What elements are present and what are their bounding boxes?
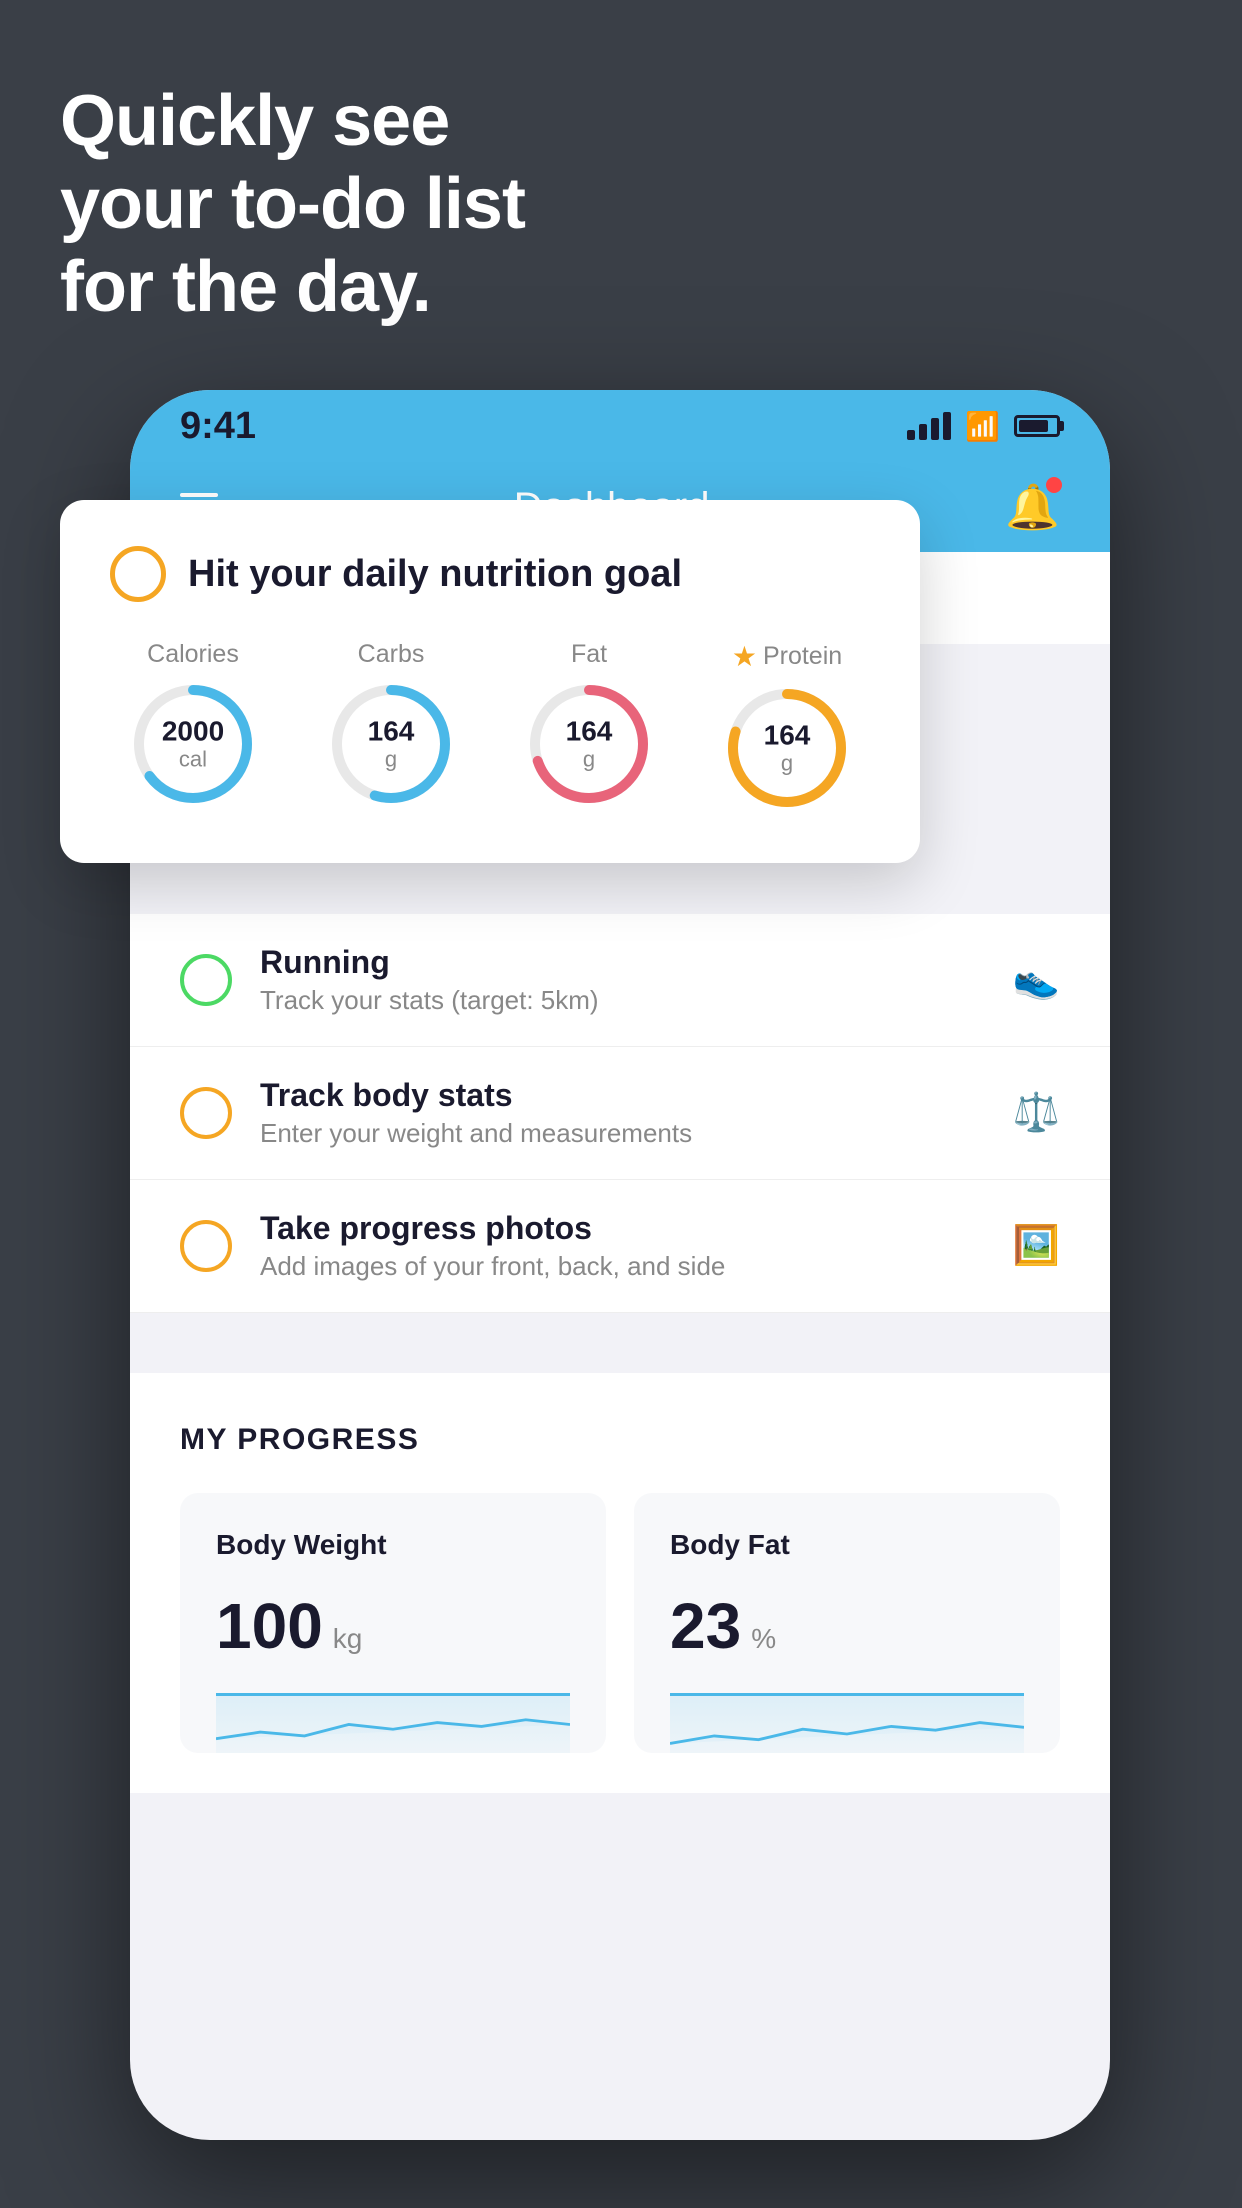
fat-ring: 164 g	[524, 679, 654, 809]
todo-list: Running Track your stats (target: 5km) 👟…	[130, 914, 1110, 1313]
macro-protein: ★ Protein 164 g	[722, 640, 852, 813]
weight-chart	[216, 1693, 570, 1753]
notification-bell[interactable]: 🔔	[1005, 481, 1060, 533]
weight-value-row: 100 kg	[216, 1589, 570, 1663]
calories-ring: 2000 cal	[128, 679, 258, 809]
signal-icon	[907, 412, 951, 440]
nutrition-check-circle	[110, 546, 166, 602]
todo-item-running[interactable]: Running Track your stats (target: 5km) 👟	[130, 914, 1110, 1047]
todo-text-photos: Take progress photos Add images of your …	[260, 1210, 985, 1282]
nutrition-card: Hit your daily nutrition goal Calories 2…	[60, 500, 920, 863]
progress-card-bodyfat[interactable]: Body Fat 23 %	[634, 1493, 1060, 1753]
bodyfat-chart	[670, 1693, 1024, 1753]
scale-icon: ⚖️	[1013, 1091, 1060, 1135]
progress-title: MY PROGRESS	[180, 1423, 1060, 1457]
todo-circle-body-stats	[180, 1087, 232, 1139]
carbs-ring: 164 g	[326, 679, 456, 809]
todo-circle-running	[180, 954, 232, 1006]
macro-fat: Fat 164 g	[524, 640, 654, 813]
status-time: 9:41	[180, 405, 256, 448]
macros-row: Calories 2000 cal Carbs	[110, 640, 870, 813]
nutrition-card-header: Hit your daily nutrition goal	[110, 546, 870, 602]
macro-calories: Calories 2000 cal	[128, 640, 258, 813]
protein-ring: 164 g	[722, 683, 852, 813]
status-icons: 📶	[907, 410, 1060, 443]
progress-card-weight[interactable]: Body Weight 100 kg	[180, 1493, 606, 1753]
photo-icon: 🖼️	[1013, 1224, 1060, 1268]
todo-text-body-stats: Track body stats Enter your weight and m…	[260, 1077, 985, 1149]
wifi-icon: 📶	[965, 410, 1000, 443]
running-icon: 👟	[1013, 958, 1060, 1002]
hero-text: Quickly see your to-do list for the day.	[60, 80, 525, 328]
todo-item-body-stats[interactable]: Track body stats Enter your weight and m…	[130, 1047, 1110, 1180]
progress-cards: Body Weight 100 kg Body Fat 23 %	[180, 1493, 1060, 1753]
macro-carbs: Carbs 164 g	[326, 640, 456, 813]
todo-item-photos[interactable]: Take progress photos Add images of your …	[130, 1180, 1110, 1313]
nutrition-card-title: Hit your daily nutrition goal	[188, 553, 682, 596]
progress-section: MY PROGRESS Body Weight 100 kg Body Fat …	[130, 1373, 1110, 1793]
todo-circle-photos	[180, 1220, 232, 1272]
bodyfat-value-row: 23 %	[670, 1589, 1024, 1663]
todo-text-running: Running Track your stats (target: 5km)	[260, 944, 985, 1016]
star-icon: ★	[732, 640, 757, 673]
status-bar: 9:41 📶	[130, 390, 1110, 462]
notification-dot	[1046, 477, 1062, 493]
battery-icon	[1014, 415, 1060, 437]
